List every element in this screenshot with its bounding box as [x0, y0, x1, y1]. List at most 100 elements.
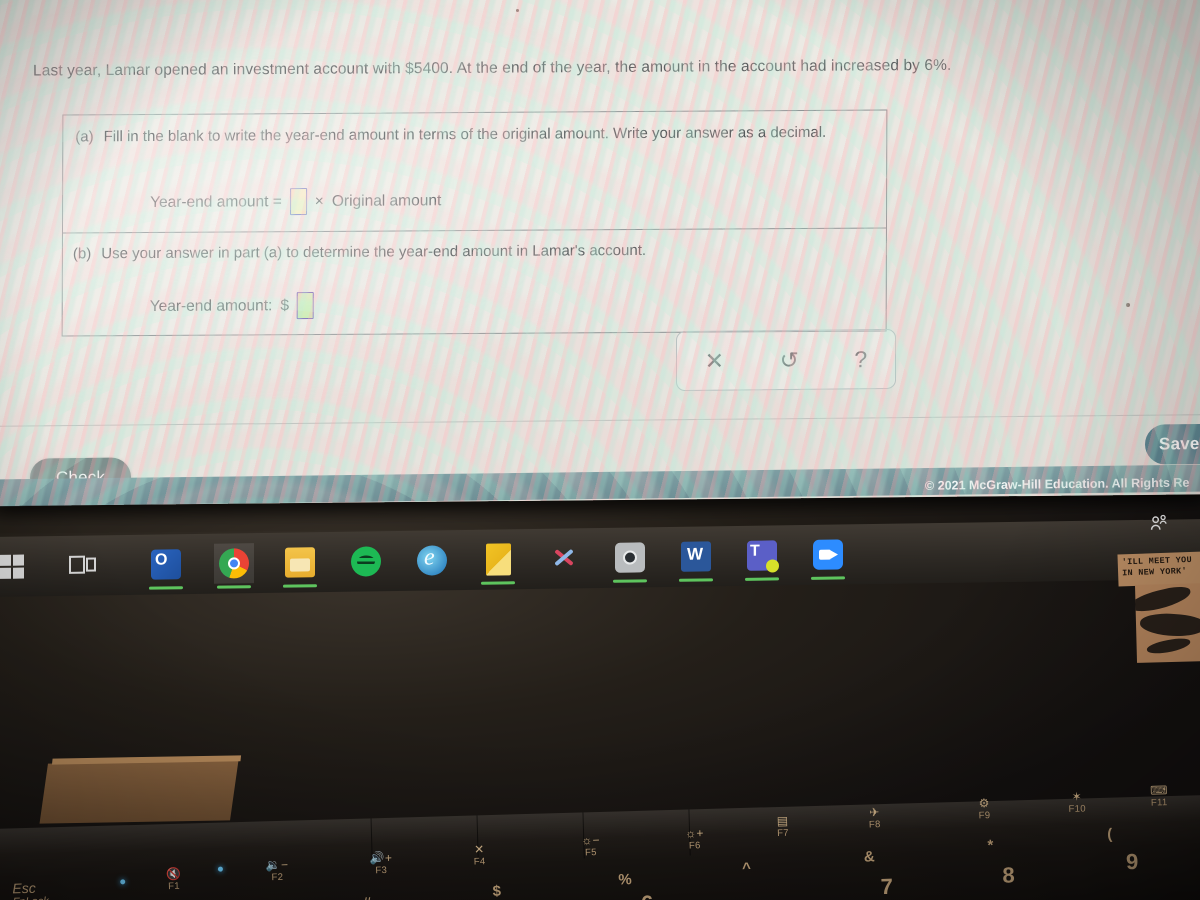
volume-down-icon: 🔉− — [265, 857, 289, 873]
f9-key[interactable]: ⚙ F9 — [978, 796, 990, 821]
key-4[interactable]: $ — [492, 883, 501, 900]
key-6[interactable]: ^ — [742, 860, 751, 877]
brightness-down-icon: ☼− — [581, 832, 601, 848]
part-a-answer-input[interactable] — [289, 188, 307, 216]
outlook-button[interactable] — [146, 544, 186, 590]
key-7[interactable]: & — [864, 848, 875, 865]
camera-button[interactable] — [610, 537, 650, 583]
part-a-equation: Year-end amount = × Original amount — [150, 187, 441, 216]
f2-key-label: F2 — [271, 871, 284, 884]
camera-icon — [615, 542, 645, 573]
part-divider — [62, 227, 886, 234]
f4-key-label: F4 — [473, 856, 486, 868]
snipping-tool-button[interactable] — [544, 538, 584, 579]
esc-key[interactable]: Esc FnLock — [12, 879, 49, 900]
word-icon — [681, 541, 711, 572]
screen-dust-speck-1 — [1126, 303, 1130, 307]
video-camera-icon — [813, 539, 843, 570]
f11-key-label: F11 — [1150, 797, 1168, 809]
people-icon[interactable] — [1148, 513, 1170, 533]
f1-key[interactable]: 🔇 F1 — [166, 867, 182, 893]
exercise-prompt: Last year, Lamar opened an investment ac… — [32, 56, 952, 80]
artwork-shape — [1145, 636, 1192, 656]
f1-key-label: F1 — [168, 880, 180, 893]
key-6-digit[interactable]: 6 — [641, 891, 654, 900]
part-b-label: (b) — [72, 245, 92, 263]
settings-gear-icon: ⚙ — [978, 796, 990, 811]
undo-icon[interactable]: ↺ — [780, 346, 799, 372]
chrome-button[interactable] — [214, 543, 254, 589]
f5-key-label: F5 — [584, 847, 597, 859]
fnlock-led — [120, 879, 126, 885]
artwork-shape — [1134, 583, 1193, 616]
f6-key[interactable]: ☼+ F6 — [684, 826, 704, 852]
wall-note-artwork — [1134, 583, 1200, 663]
part-b-answer-input[interactable] — [296, 291, 315, 320]
screen-dust-speck-2 — [516, 9, 519, 12]
running-indicator — [745, 577, 779, 581]
key-9[interactable]: ( — [1107, 826, 1112, 843]
f7-key-label: F7 — [776, 827, 789, 840]
spotify-button[interactable] — [346, 541, 386, 582]
f10-key-label: F10 — [1068, 803, 1087, 815]
part-a-equation-prefix: Year-end amount = — [150, 192, 282, 211]
running-indicator — [613, 579, 647, 583]
internet-explorer-button[interactable] — [412, 540, 452, 581]
part-a-text: Fill in the blank to write the year-end … — [103, 123, 827, 146]
part-b-equation-prefix: Year-end amount: — [149, 296, 273, 315]
f10-key[interactable]: ✶ F10 — [1068, 790, 1087, 815]
part-a-equation-suffix: Original amount — [331, 191, 442, 210]
help-icon[interactable]: ? — [854, 346, 867, 372]
exercise-box: (a) Fill in the blank to write the year-… — [61, 109, 888, 337]
f11-key[interactable]: ⌨ F11 — [1149, 783, 1168, 809]
running-indicator — [149, 586, 183, 590]
f3-key-label: F3 — [375, 864, 388, 877]
start-button[interactable] — [0, 546, 32, 587]
word-button[interactable] — [676, 536, 716, 582]
part-a-label: (a) — [75, 128, 94, 146]
sticky-notes-button[interactable] — [478, 539, 518, 585]
save-button[interactable]: Save — [1144, 423, 1200, 465]
brightness-up-icon: ☼+ — [684, 826, 704, 841]
windows-logo-icon — [0, 554, 24, 579]
clear-icon[interactable]: ✕ — [705, 347, 724, 373]
key-9-digit[interactable]: 9 — [1126, 849, 1139, 875]
f3-key[interactable]: 🔊+ F3 — [369, 851, 393, 877]
exercise-part-b: (b) Use your answer in part (a) to deter… — [73, 239, 863, 265]
scissors-icon — [549, 543, 579, 573]
key-3[interactable]: # — [363, 894, 372, 900]
keyboard-backlight-icon: ⌨ — [1149, 783, 1168, 798]
f2-key[interactable]: 🔉− F2 — [265, 857, 289, 884]
wall-note-line-2: IN NEW YORK' — [1121, 566, 1188, 579]
artwork-shape — [1139, 611, 1200, 639]
part-b-equation: Year-end amount: $ — [149, 291, 315, 320]
f6-key-label: F6 — [688, 840, 701, 852]
answer-toolbar: ✕ ↺ ? — [676, 328, 896, 392]
f4-key[interactable]: ✕ F4 — [473, 842, 486, 868]
mic-mute-icon: ✕ — [473, 842, 485, 857]
running-indicator — [283, 584, 317, 588]
task-view-button[interactable] — [62, 545, 102, 586]
spotify-icon — [351, 546, 381, 577]
f7-key[interactable]: ▤ F7 — [776, 814, 789, 840]
key-8-digit[interactable]: 8 — [1002, 862, 1015, 888]
part-b-text: Use your answer in part (a) to determine… — [101, 241, 647, 263]
part-b-currency: $ — [280, 296, 290, 314]
outlook-icon — [151, 549, 181, 580]
browser-content: Last year, Lamar opened an investment ac… — [0, 0, 1200, 507]
zoom-button[interactable] — [808, 534, 848, 580]
file-explorer-button[interactable] — [280, 542, 320, 588]
key-7-digit[interactable]: 7 — [880, 874, 893, 900]
key-5[interactable]: % — [618, 871, 632, 888]
key-8[interactable]: * — [987, 837, 993, 854]
internet-explorer-icon — [417, 545, 447, 576]
mute-led — [217, 866, 223, 872]
laptop-photo: Last year, Lamar opened an investment ac… — [0, 0, 1200, 900]
f5-key[interactable]: ☼− F5 — [581, 832, 601, 859]
running-indicator — [811, 576, 845, 580]
teams-button[interactable] — [742, 535, 782, 581]
f8-key[interactable]: ✈ F8 — [868, 805, 881, 830]
airplane-mode-icon: ✈ — [869, 805, 880, 820]
running-indicator — [481, 581, 515, 585]
task-view-icon — [69, 555, 96, 575]
